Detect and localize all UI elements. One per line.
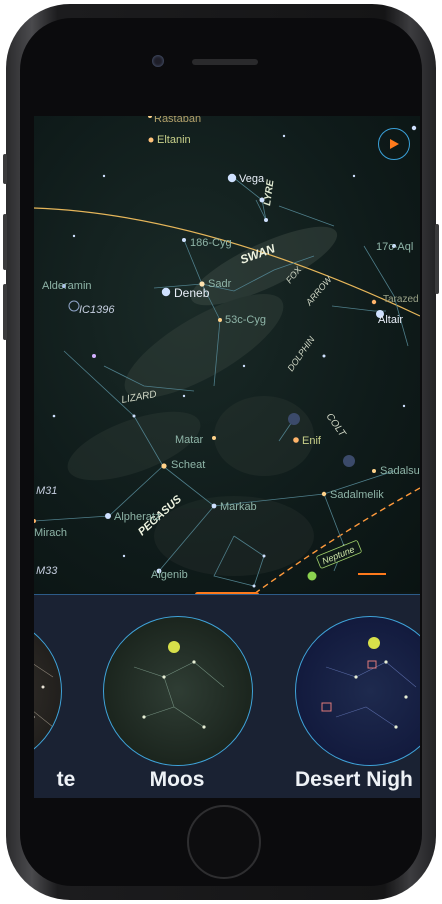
label-algenib: Algenib xyxy=(151,569,188,581)
sky-map[interactable]: Rastaban Eltanin Vega LYRE SWAN 186-Cyg … xyxy=(34,116,420,592)
label-m31: M31 xyxy=(36,485,57,497)
theme-picker-panel: te Moos Desert Nigh xyxy=(34,594,420,798)
theme-card-moos[interactable]: Moos xyxy=(103,616,253,791)
front-camera xyxy=(152,55,164,67)
label-lyre: LYRE xyxy=(262,179,277,207)
selected-theme-pointer xyxy=(358,573,386,575)
label-lizard: LIZARD xyxy=(121,389,158,406)
label-rastaban: Rastaban xyxy=(154,116,201,125)
label-sadr: Sadr xyxy=(208,278,232,290)
label-tarazed: Tarazed xyxy=(383,294,419,305)
theme-name-desert-night: Desert Nigh xyxy=(295,768,413,791)
volume-up-button xyxy=(3,214,7,270)
label-sadalsuud: Sadalsu xyxy=(380,465,420,477)
theme-preview-moos xyxy=(103,616,253,766)
app-screen: Rastaban Eltanin Vega LYRE SWAN 186-Cyg … xyxy=(34,116,420,798)
label-sadalmelik: Sadalmelik xyxy=(330,489,384,501)
label-186-cyg: 186-Cyg xyxy=(190,237,232,249)
label-alpheratz: Alpheratz xyxy=(114,511,160,523)
label-53c-cyg: 53c-Cyg xyxy=(225,314,266,326)
compass-button[interactable] xyxy=(378,128,410,160)
label-altair: Altair xyxy=(378,314,403,326)
nebula-marker xyxy=(68,300,80,312)
theme-card-desert-night[interactable]: Desert Nigh xyxy=(295,616,420,791)
label-matar: Matar xyxy=(175,434,203,446)
label-markab: Markab xyxy=(220,501,257,513)
label-arrow: ARROW xyxy=(303,273,334,308)
label-mirach: Mirach xyxy=(34,527,67,539)
planet-tag-neptune[interactable]: Neptune xyxy=(316,540,362,569)
label-alderamin: Alderamin xyxy=(42,280,92,292)
theme-name-moos: Moos xyxy=(149,768,205,791)
label-m33: M33 xyxy=(36,565,58,577)
mute-switch xyxy=(3,154,7,184)
theme-preview-desert-night xyxy=(295,616,420,766)
label-scheat: Scheat xyxy=(171,459,205,471)
label-eltanin: Eltanin xyxy=(157,134,191,146)
label-enif: Enif xyxy=(302,435,322,447)
label-dolphin: DOLPHIN xyxy=(285,334,316,373)
label-vega: Vega xyxy=(239,173,265,185)
label-17c-aql: 17c-Aql xyxy=(376,241,413,253)
label-ic1396: IC1396 xyxy=(79,304,115,316)
compass-icon xyxy=(390,139,399,149)
home-button[interactable] xyxy=(187,805,261,879)
theme-preview-te-art xyxy=(34,663,54,728)
theme-preview-te xyxy=(34,616,62,766)
earpiece-speaker xyxy=(192,59,258,65)
theme-preview-desert-night-art xyxy=(321,637,417,729)
volume-down-button xyxy=(3,284,7,340)
sky-map-canvas[interactable]: Rastaban Eltanin Vega LYRE SWAN 186-Cyg … xyxy=(34,116,420,592)
label-deneb: Deneb xyxy=(174,286,210,300)
power-button xyxy=(435,224,439,294)
label-colt: COLT xyxy=(324,411,348,439)
theme-preview-moos-art xyxy=(133,641,225,729)
theme-card-te[interactable]: te xyxy=(34,616,75,791)
